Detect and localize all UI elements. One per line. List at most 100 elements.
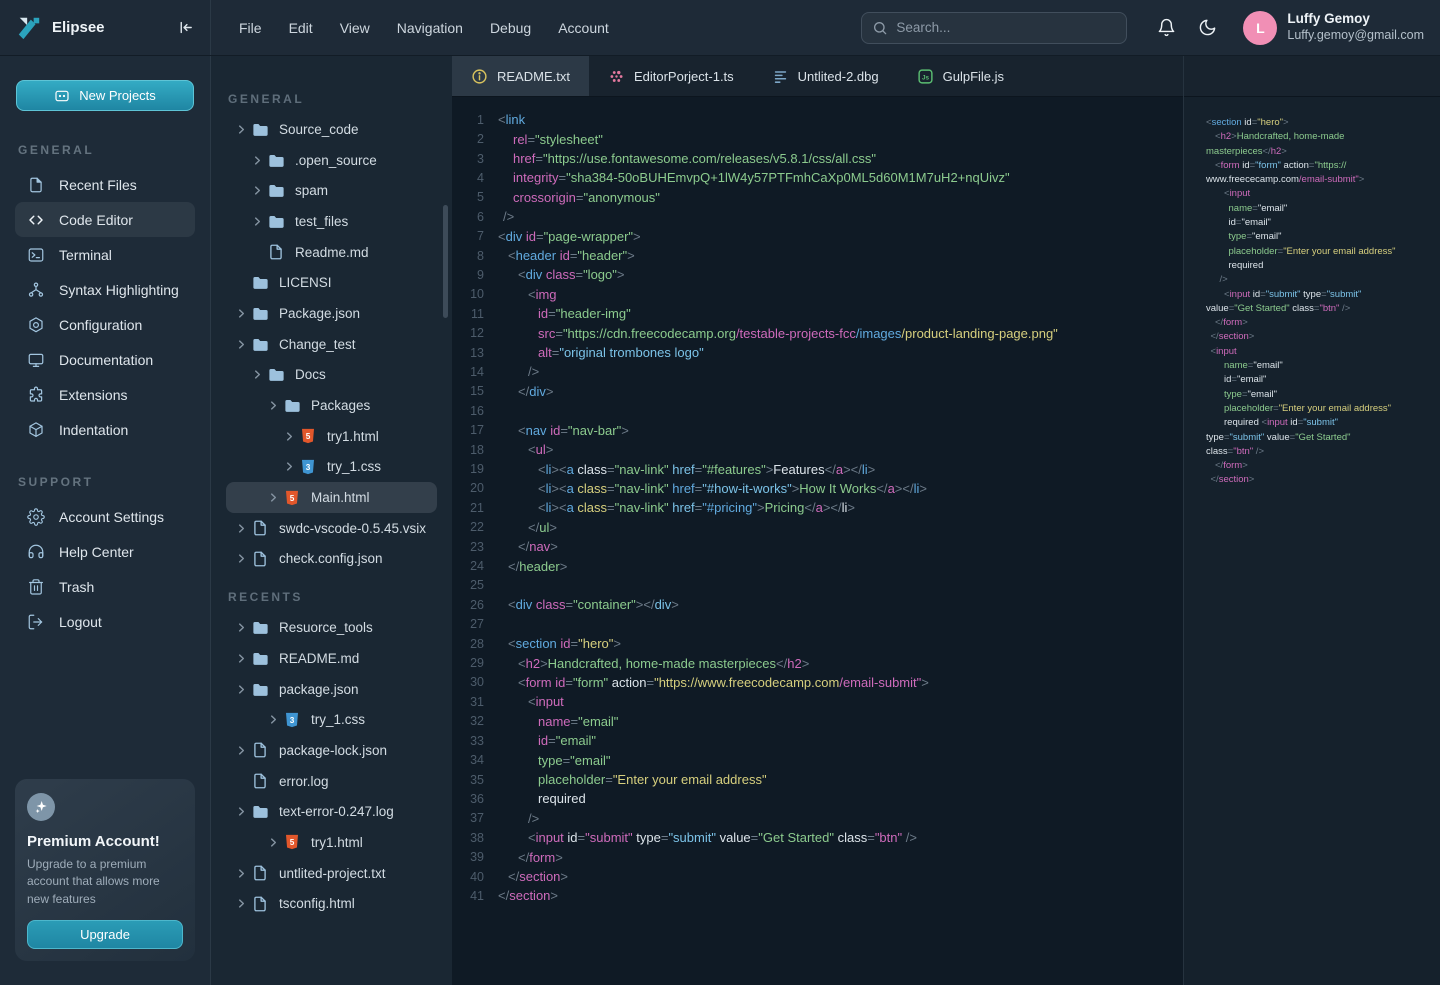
sidebar-item-help-center[interactable]: Help Center [15,534,195,569]
code-line[interactable]: 16 [452,401,1183,420]
code-line[interactable]: 20<li><a class="nav-link" href="#how-it-… [452,479,1183,498]
tree-item-package.json[interactable]: Package.json [226,298,437,329]
code-line[interactable]: 6/> [452,207,1183,226]
chevron-right-icon[interactable] [268,714,283,725]
menu-item-view[interactable]: View [340,20,370,36]
tree-item-tsconfig.html[interactable]: tsconfig.html [226,889,437,920]
code-line[interactable]: 33id="email" [452,731,1183,750]
code-line[interactable]: 13alt="original trombones logo" [452,343,1183,362]
chevron-right-icon[interactable] [236,806,251,817]
chevron-right-icon[interactable] [252,155,267,166]
editor-tab-editorporject-1.ts[interactable]: EditorPorject-1.ts [589,56,753,96]
menu-item-edit[interactable]: Edit [289,20,313,36]
avatar[interactable]: L [1243,11,1277,45]
code-line[interactable]: 36required [452,789,1183,808]
chevron-right-icon[interactable] [268,837,283,848]
tree-scrollbar[interactable] [443,205,448,318]
tree-item-readme.md[interactable]: README.md [226,643,437,674]
chevron-right-icon[interactable] [284,431,299,442]
code-line[interactable]: 31<input [452,692,1183,711]
chevron-right-icon[interactable] [236,653,251,664]
sidebar-item-logout[interactable]: Logout [15,604,195,639]
notifications-bell-icon[interactable] [1157,18,1176,37]
tree-item-error.log[interactable]: error.log [226,766,437,797]
code-line[interactable]: 25 [452,576,1183,595]
tree-item-source_code[interactable]: Source_code [226,114,437,145]
tree-item-try1.html[interactable]: 5try1.html [226,421,437,452]
tree-item-try_1.css[interactable]: 3try_1.css [226,452,437,483]
code-line[interactable]: 37/> [452,809,1183,828]
code-line[interactable]: 34type="email" [452,750,1183,769]
chevron-right-icon[interactable] [236,124,251,135]
chevron-right-icon[interactable] [236,308,251,319]
sidebar-item-configuration[interactable]: Configuration [15,307,195,342]
code-line[interactable]: 24</header> [452,556,1183,575]
code-line[interactable]: 28<section id="hero"> [452,634,1183,653]
search-box[interactable] [861,12,1127,44]
code-line[interactable]: 21<li><a class="nav-link" href="#pricing… [452,498,1183,517]
code-line[interactable]: 3href="https://use.fontawesome.com/relea… [452,149,1183,168]
code-area[interactable]: 1<link2rel="stylesheet"3href="https://us… [452,97,1183,906]
sidebar-item-trash[interactable]: Trash [15,569,195,604]
chevron-right-icon[interactable] [236,523,251,534]
code-line[interactable]: 9<div class="logo"> [452,265,1183,284]
code-line[interactable]: 35placeholder="Enter your email address" [452,770,1183,789]
dark-mode-moon-icon[interactable] [1198,18,1217,37]
editor-tab-untlited-2.dbg[interactable]: Untlited-2.dbg [753,56,898,96]
chevron-right-icon[interactable] [236,339,251,350]
code-line[interactable]: 30<form id="form" action="https://www.fr… [452,673,1183,692]
code-line[interactable]: 2rel="stylesheet" [452,129,1183,148]
code-line[interactable]: 38<input id="submit" type="submit" value… [452,828,1183,847]
sidebar-item-indentation[interactable]: Indentation [15,412,195,447]
code-line[interactable]: 23</nav> [452,537,1183,556]
tree-item-swdc-vscode-0.5.45.vsix[interactable]: swdc-vscode-0.5.45.vsix [226,513,437,544]
tree-item-try1.html[interactable]: 5try1.html [226,827,437,858]
sidebar-item-syntax-highlighting[interactable]: Syntax Highlighting [15,272,195,307]
chevron-right-icon[interactable] [252,369,267,380]
chevron-right-icon[interactable] [284,461,299,472]
editor-tab-readme.txt[interactable]: README.txt [452,56,589,96]
tree-item-text-error-0.247.log[interactable]: text-error-0.247.log [226,796,437,827]
tree-item-package.json[interactable]: package.json [226,674,437,705]
tree-item-change_test[interactable]: Change_test [226,329,437,360]
sidebar-item-documentation[interactable]: Documentation [15,342,195,377]
code-line[interactable]: 12src="https://cdn.freecodecamp.org/test… [452,323,1183,342]
code-line[interactable]: 7<div id="page-wrapper"> [452,226,1183,245]
chevron-right-icon[interactable] [252,185,267,196]
chevron-right-icon[interactable] [252,216,267,227]
tree-item-test_files[interactable]: test_files [226,206,437,237]
code-line[interactable]: 29<h2>Handcrafted, home-made masterpiece… [452,653,1183,672]
code-line[interactable]: 4integrity="sha384-50oBUHEmvpQ+1lW4y57PT… [452,168,1183,187]
code-line[interactable]: 41</section> [452,886,1183,905]
tree-item-try_1.css[interactable]: 3try_1.css [226,704,437,735]
code-line[interactable]: 11id="header-img" [452,304,1183,323]
tree-item-licensi[interactable]: LICENSI [226,267,437,298]
code-line[interactable]: 5crossorigin="anonymous" [452,188,1183,207]
tree-item-check.config.json[interactable]: check.config.json [226,544,437,575]
sidebar-item-recent-files[interactable]: Recent Files [15,167,195,202]
code-line[interactable]: 14/> [452,362,1183,381]
tree-item-readme.md[interactable]: Readme.md [226,237,437,268]
minimap-panel[interactable]: <section id="hero"><h2>Handcrafted, home… [1183,56,1440,985]
collapse-sidebar-icon[interactable] [177,19,194,36]
search-input[interactable] [896,20,1116,35]
code-line[interactable]: 26<div class="container"></div> [452,595,1183,614]
chevron-right-icon[interactable] [236,622,251,633]
code-line[interactable]: 15</div> [452,382,1183,401]
tree-item-package-lock.json[interactable]: package-lock.json [226,735,437,766]
code-line[interactable]: 17<nav id="nav-bar"> [452,421,1183,440]
code-line[interactable]: 8<header id="header"> [452,246,1183,265]
code-line[interactable]: 19<li><a class="nav-link" href="#feature… [452,459,1183,478]
code-line[interactable]: 32name="email" [452,712,1183,731]
code-line[interactable]: 40</section> [452,867,1183,886]
tree-item-packages[interactable]: Packages [226,390,437,421]
tree-item-docs[interactable]: Docs [226,360,437,391]
chevron-right-icon[interactable] [236,868,251,879]
menu-item-debug[interactable]: Debug [490,20,531,36]
upgrade-button[interactable]: Upgrade [27,920,183,949]
editor-tab-gulpfile.js[interactable]: JsGulpFile.js [898,56,1023,96]
code-line[interactable]: 27 [452,615,1183,634]
chevron-right-icon[interactable] [268,492,283,503]
menu-item-navigation[interactable]: Navigation [397,20,463,36]
code-line[interactable]: 39</form> [452,847,1183,866]
